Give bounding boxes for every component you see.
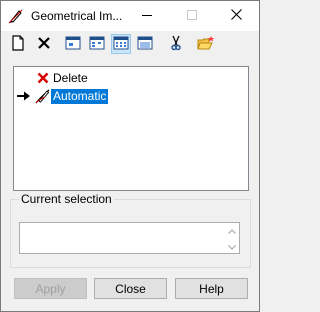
- list-view-button[interactable]: [111, 34, 131, 54]
- cut-icon: [169, 35, 183, 54]
- current-selection-group: Current selection: [10, 192, 251, 268]
- large-icons-view-button[interactable]: [64, 35, 82, 53]
- minimize-button[interactable]: [124, 1, 169, 31]
- tree-item-label: Delete: [53, 70, 88, 85]
- toolbar: [1, 31, 259, 57]
- delete-x-icon: [37, 36, 51, 53]
- view-large-icons-icon: [65, 35, 81, 54]
- tree-item-delete[interactable]: Delete: [35, 70, 90, 86]
- cut-button[interactable]: [167, 35, 185, 53]
- view-list-icon: [113, 35, 129, 54]
- app-pen-icon: [8, 8, 24, 24]
- current-arrow-icon: [16, 88, 32, 104]
- scroll-up-button[interactable]: [227, 225, 237, 235]
- window-title: Geometrical Im...: [31, 9, 123, 23]
- chevron-down-icon: [228, 239, 236, 253]
- current-selection-field[interactable]: [19, 222, 240, 254]
- red-x-icon: [35, 70, 51, 86]
- details-view-button[interactable]: [136, 35, 154, 53]
- close-icon: [231, 9, 242, 23]
- new-icon: [11, 34, 25, 54]
- help-button[interactable]: Help: [175, 278, 248, 299]
- tree-item-automatic[interactable]: Automatic: [16, 88, 109, 104]
- small-icons-view-button[interactable]: [88, 35, 106, 53]
- maximize-icon: [186, 9, 197, 23]
- tree-item-label: Automatic: [51, 88, 109, 104]
- open-button[interactable]: [197, 35, 215, 53]
- chevron-up-icon: [228, 223, 236, 237]
- pen-icon: [35, 88, 51, 104]
- maximize-button[interactable]: [169, 1, 214, 31]
- dialog-window: Geometrical Im... Delete Automatic Curre…: [0, 0, 260, 312]
- delete-button[interactable]: [35, 35, 53, 53]
- new-button[interactable]: [9, 34, 27, 54]
- current-selection-label: Current selection: [19, 192, 114, 206]
- title-bar[interactable]: Geometrical Im...: [1, 1, 259, 31]
- scroll-down-button[interactable]: [227, 241, 237, 251]
- apply-button[interactable]: Apply: [14, 278, 87, 299]
- minimize-icon: [141, 9, 152, 23]
- open-folder-icon: [197, 35, 215, 54]
- view-small-icons-icon: [89, 35, 105, 54]
- tree-view[interactable]: Delete Automatic: [13, 66, 249, 191]
- close-window-button[interactable]: [214, 1, 259, 31]
- view-details-icon: [137, 35, 153, 54]
- close-button[interactable]: Close: [94, 278, 167, 299]
